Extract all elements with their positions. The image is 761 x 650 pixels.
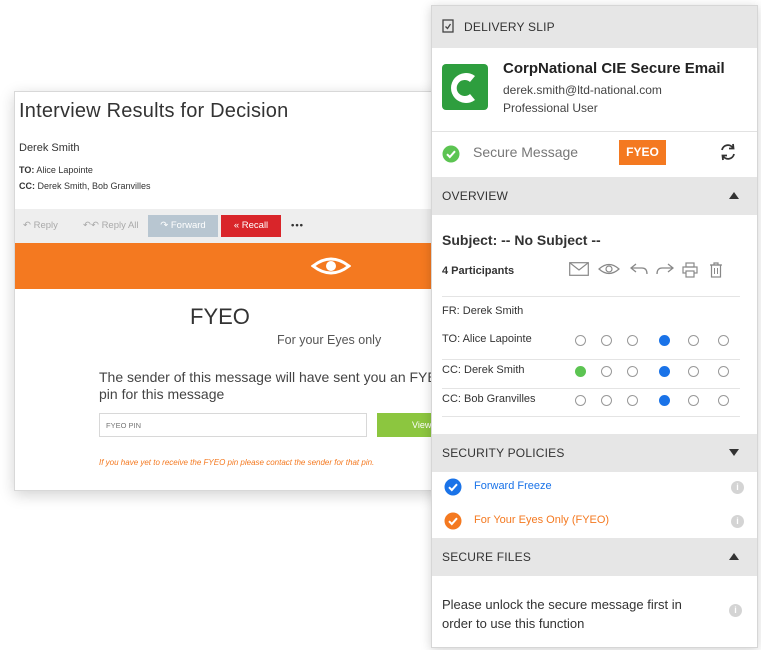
participants-count: 4 Participants (442, 265, 515, 277)
email-to-line: TO: Alice Lapointe (19, 165, 93, 175)
status-dot (718, 366, 729, 377)
fyeo-pin-input[interactable] (99, 413, 367, 437)
overview-section-header[interactable]: OVERVIEW (432, 177, 757, 215)
check-circle-icon (444, 512, 462, 530)
info-icon[interactable]: i (731, 515, 744, 528)
document-check-icon (442, 19, 454, 33)
eye-icon (598, 263, 620, 275)
fyeo-message: The sender of this message will have sen… (99, 369, 442, 402)
email-sender: Derek Smith (19, 142, 80, 154)
caret-up-icon (729, 553, 739, 560)
status-dot (718, 395, 729, 406)
caret-up-icon (729, 192, 739, 199)
status-dot (601, 335, 612, 346)
participant-row: CC: Derek Smith (442, 357, 740, 385)
email-subject: Interview Results for Decision (19, 100, 289, 122)
to-recipients: Alice Lapointe (36, 165, 93, 175)
participant-label: TO: Alice Lapointe (442, 333, 532, 345)
envelope-icon (569, 262, 589, 276)
forward-icon: ↷ (160, 220, 169, 231)
reply-icon (630, 263, 648, 275)
app-name: CorpNational CIE Secure Email (503, 60, 725, 77)
participant-row: FR: Derek Smith (442, 298, 740, 326)
status-dot (718, 335, 729, 346)
email-action-bar: ↶ Reply ↶↶ Reply All ↷ Forward « Recall … (15, 209, 441, 243)
divider (442, 296, 740, 297)
policy-label: For Your Eyes Only (FYEO) (474, 514, 610, 526)
reply-all-label: Reply All (101, 220, 139, 231)
status-dot (601, 366, 612, 377)
cc-recipients: Derek Smith, Bob Granvilles (37, 181, 151, 191)
status-dot (688, 395, 699, 406)
reply-button[interactable]: ↶ Reply (17, 215, 64, 237)
participant-label: FR: Derek Smith (442, 305, 524, 317)
forward-label: Forward (170, 220, 206, 231)
caret-down-icon (729, 449, 739, 456)
check-circle-icon (442, 145, 460, 163)
to-label: TO: (19, 165, 35, 175)
status-dot (688, 366, 699, 377)
reply-label: Reply (33, 220, 58, 231)
refresh-icon[interactable] (718, 142, 738, 162)
delivery-slip-header: DELIVERY SLIP (432, 6, 757, 48)
status-dot (601, 395, 612, 406)
secure-files-title: SECURE FILES (442, 550, 532, 564)
user-email: derek.smith@ltd-national.com (503, 83, 662, 97)
email-cc-line: CC: Derek Smith, Bob Granvilles (19, 181, 151, 191)
participant-label: CC: Derek Smith (442, 364, 525, 376)
fyeo-badge: FYEO (619, 140, 666, 165)
fyeo-banner (15, 243, 441, 289)
policy-fyeo[interactable]: For Your Eyes Only (FYEO) i (442, 510, 752, 534)
status-dot (659, 366, 670, 377)
delivery-slip-title: DELIVERY SLIP (464, 20, 555, 34)
trash-icon (710, 262, 722, 278)
status-dot (659, 395, 670, 406)
forward-button[interactable]: ↷ Forward (148, 215, 218, 237)
cc-label: CC: (19, 181, 35, 191)
delivery-slip-panel: DELIVERY SLIP CorpNational CIE Secure Em… (431, 5, 758, 648)
secure-message-label: Secure Message (473, 144, 579, 160)
reply-all-icon: ↶↶ (83, 220, 99, 231)
status-dot (575, 335, 586, 346)
divider (442, 416, 740, 417)
status-dot (627, 395, 638, 406)
overview-title: OVERVIEW (442, 189, 509, 203)
security-policies-section-header[interactable]: SECURITY POLICIES (432, 434, 757, 472)
policy-label: Forward Freeze (474, 480, 552, 492)
reply-all-button[interactable]: ↶↶ Reply All (77, 215, 145, 237)
recall-icon: « (233, 220, 240, 231)
print-icon (682, 262, 698, 278)
recall-button[interactable]: « Recall (221, 215, 281, 237)
message-subject: Subject: -- No Subject -- (442, 232, 601, 248)
security-policies-title: SECURITY POLICIES (442, 446, 565, 460)
reply-icon: ↶ (23, 220, 31, 231)
participant-label: CC: Bob Granvilles (442, 393, 536, 405)
status-dot (688, 335, 699, 346)
status-dot (575, 395, 586, 406)
app-logo (442, 64, 488, 110)
info-icon[interactable]: i (731, 481, 744, 494)
email-window: Interview Results for Decision Derek Smi… (14, 91, 442, 491)
recall-label: Recall (241, 220, 269, 231)
divider (432, 131, 757, 132)
status-dot (627, 335, 638, 346)
secure-files-section-header[interactable]: SECURE FILES (432, 538, 757, 576)
status-dot (627, 366, 638, 377)
eye-icon (311, 257, 351, 275)
secure-files-message: Please unlock the secure message first i… (442, 597, 682, 631)
status-dot (659, 335, 670, 346)
more-actions-button[interactable]: ••• (285, 215, 310, 237)
check-circle-icon (444, 478, 462, 496)
participant-row: TO: Alice Lapointe (442, 326, 740, 354)
fyeo-title: FYEO (190, 304, 250, 329)
fyeo-subtitle: For your Eyes only (277, 333, 382, 347)
participant-row: CC: Bob Granvilles (442, 386, 740, 414)
forward-icon (656, 263, 674, 275)
user-role: Professional User (503, 101, 598, 115)
fyeo-note: If you have yet to receive the FYEO pin … (99, 458, 375, 467)
info-icon[interactable]: i (729, 604, 742, 617)
status-dot (575, 366, 586, 377)
policy-forward-freeze[interactable]: Forward Freeze i (442, 476, 752, 500)
